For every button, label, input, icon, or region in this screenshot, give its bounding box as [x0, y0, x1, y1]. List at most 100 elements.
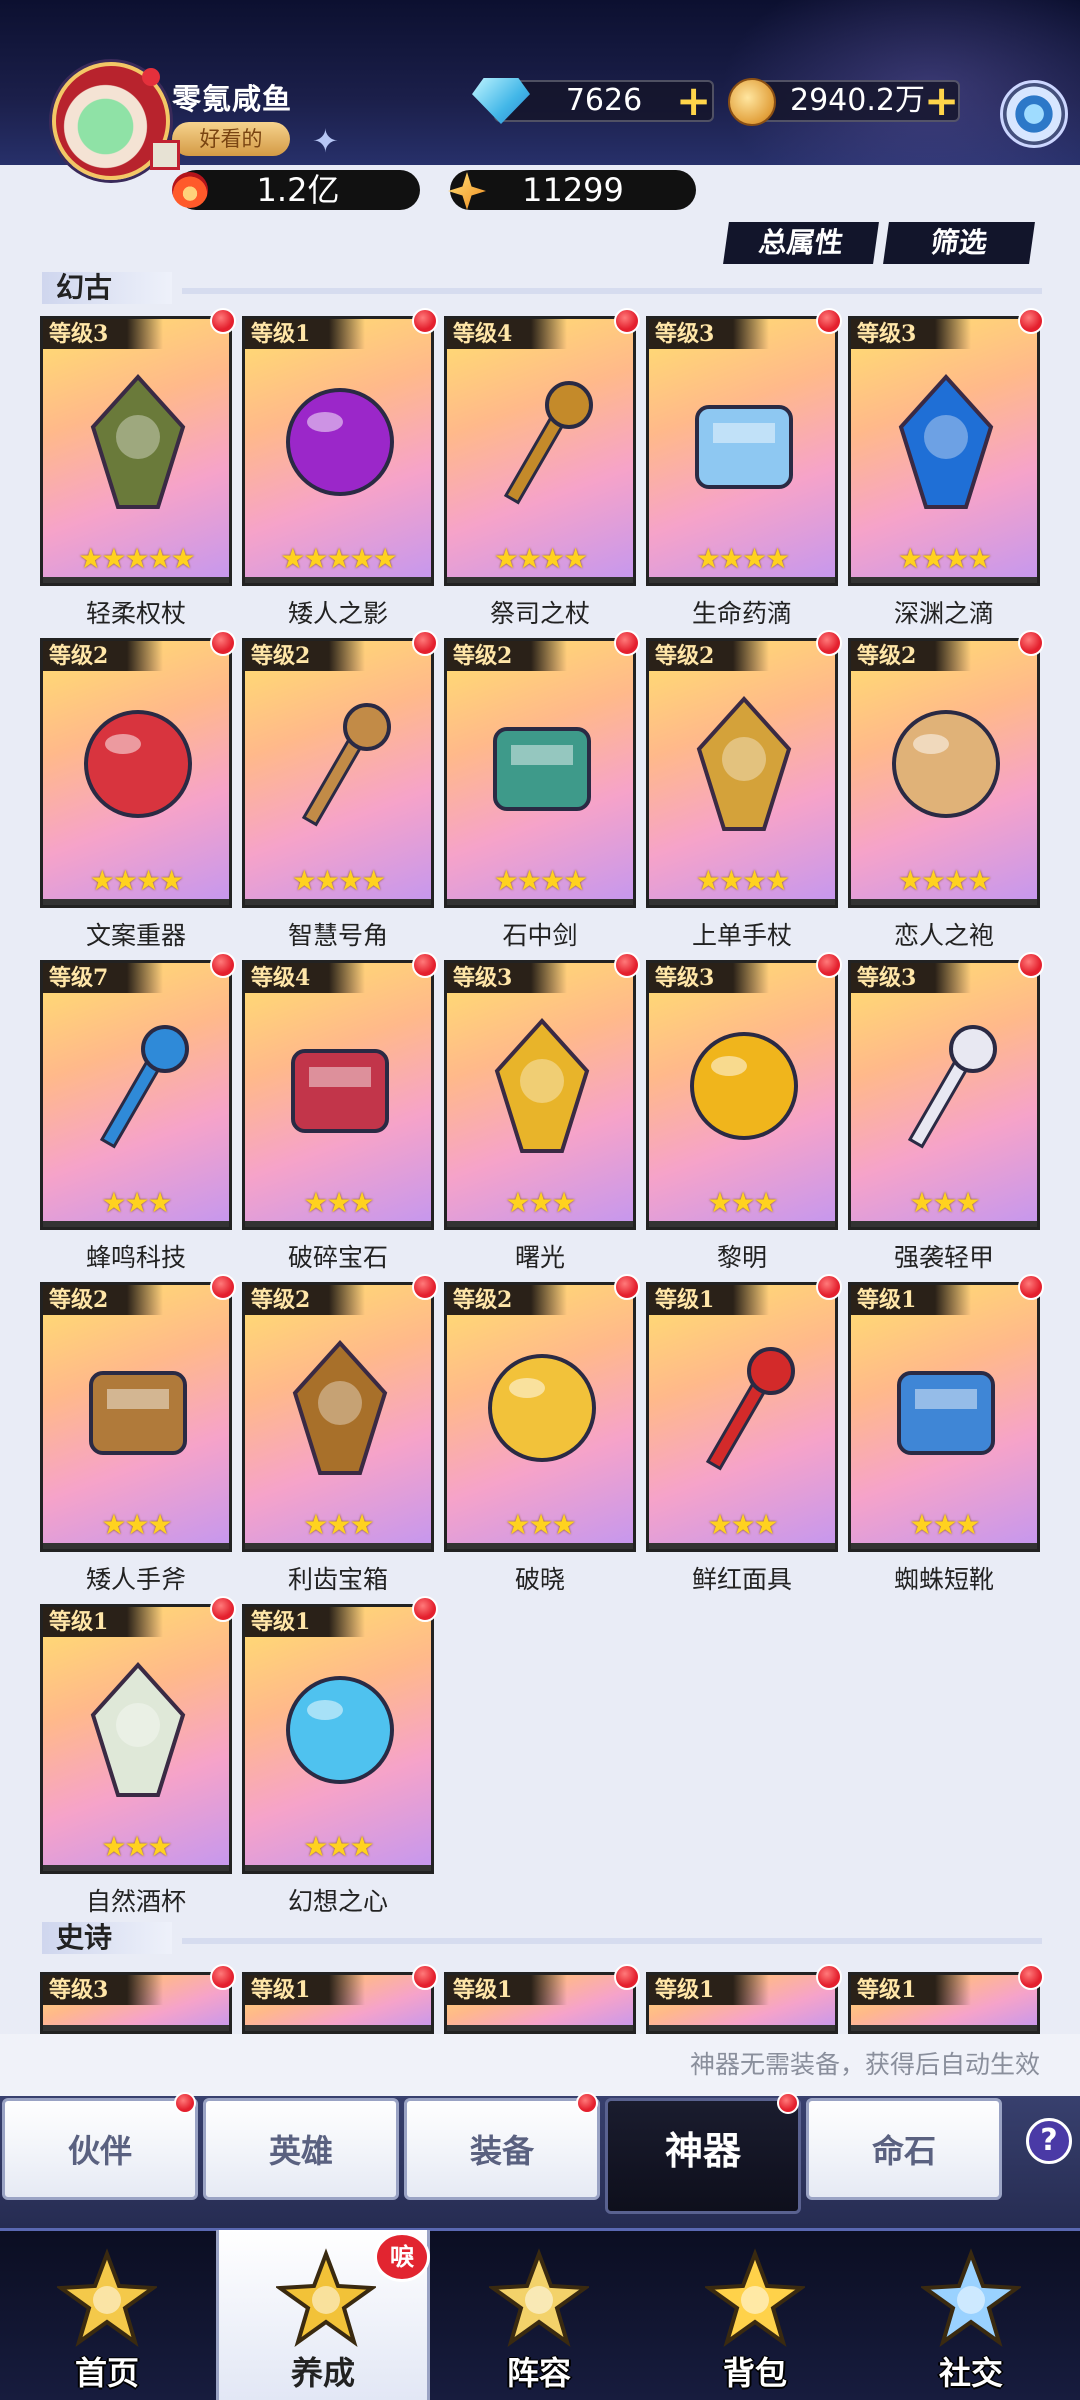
artifact-card[interactable]: 等级2 ★★★★ — [444, 638, 636, 908]
artifact-icon — [679, 1333, 809, 1483]
gift-icon — [150, 140, 180, 170]
notification-dot — [816, 952, 842, 978]
notification-dot — [412, 1274, 438, 1300]
player-title-badge: 好看的 — [172, 122, 290, 156]
flame-icon — [172, 172, 208, 208]
add-gems-button[interactable]: + — [676, 80, 711, 122]
settings-gear-icon[interactable] — [1000, 80, 1068, 148]
player-avatar[interactable] — [52, 62, 180, 180]
artifact-icon — [881, 1011, 1011, 1161]
artifact-card[interactable]: 等级2 ★★★★ — [242, 638, 434, 908]
artifact-card[interactable]: 等级2 ★★★ — [444, 1282, 636, 1552]
artifact-card[interactable]: 等级2 ★★★ — [40, 1282, 232, 1552]
artifact-card[interactable]: 等级1 — [848, 1972, 1040, 2034]
notification-dot — [412, 630, 438, 656]
section-divider — [182, 288, 1042, 294]
artifact-card[interactable]: 等级3 ★★★ — [848, 960, 1040, 1230]
add-gold-button[interactable]: + — [924, 80, 959, 122]
nav-item[interactable]: 背包 — [648, 2230, 862, 2400]
notification-dot — [1018, 1964, 1044, 1990]
artifact-card[interactable]: 等级3 ★★★ — [646, 960, 838, 1230]
artifact-card[interactable]: 等级2 ★★★★ — [40, 638, 232, 908]
star-value: 11299 — [522, 171, 624, 209]
filter-button[interactable]: 筛选 — [883, 222, 1035, 264]
star-rating: ★★★ — [707, 1186, 778, 1219]
artifact-card[interactable]: 等级2 ★★★★ — [646, 638, 838, 908]
artifact-level: 等级1 — [245, 1975, 365, 2005]
sub-tab[interactable]: 命石 — [806, 2098, 1002, 2200]
notification-dot — [614, 1964, 640, 1990]
section-divider — [182, 1938, 1042, 1944]
artifact-level: 等级1 — [43, 1607, 163, 1637]
artifact-card[interactable]: 等级3 ★★★★ — [646, 316, 838, 586]
artifact-level: 等级2 — [447, 1285, 567, 1315]
artifact-card[interactable]: 等级1 ★★★ — [646, 1282, 838, 1552]
artifact-card[interactable]: 等级3 ★★★★★ — [40, 316, 232, 586]
artifact-name: 智慧号角 — [287, 921, 388, 950]
artifact-card[interactable]: 等级1 — [444, 1972, 636, 2034]
notification-dot — [816, 630, 842, 656]
total-attributes-button[interactable]: 总属性 — [723, 222, 879, 264]
artifact-level: 等级2 — [245, 1285, 365, 1315]
artifact-card[interactable]: 等级3 ★★★ — [444, 960, 636, 1230]
notification-dot — [777, 2092, 799, 2114]
artifact-icon — [73, 367, 203, 517]
star-rating: ★★★ — [909, 1508, 980, 1541]
notification-dot — [816, 1964, 842, 1990]
notification-dot — [1018, 1274, 1044, 1300]
section-header-legendary: 幻古 — [42, 272, 1042, 304]
sub-tab[interactable]: 装备 — [404, 2098, 600, 2200]
nav-item[interactable]: 社交 — [864, 2230, 1078, 2400]
artifact-notice: 神器无需装备，获得后自动生效 — [0, 2034, 1080, 2096]
section-title: 史诗 — [42, 1922, 172, 1954]
artifact-card[interactable]: 等级2 ★★★ — [242, 1282, 434, 1552]
sub-tab[interactable]: 神器 — [605, 2098, 801, 2214]
artifact-icon — [679, 367, 809, 517]
artifact-card[interactable]: 等级1 — [242, 1972, 434, 2034]
artifact-icon — [275, 1333, 405, 1483]
artifact-card[interactable]: 等级4 ★★★★ — [444, 316, 636, 586]
artifact-icon — [679, 689, 809, 839]
artifact-level: 等级2 — [649, 641, 769, 671]
notification-dot — [412, 1596, 438, 1622]
nav-item[interactable]: 首页 — [0, 2230, 214, 2400]
notification-dot — [816, 1274, 842, 1300]
sub-tab[interactable]: 英雄 — [203, 2098, 399, 2200]
artifact-icon — [275, 367, 405, 517]
artifact-icon — [477, 1333, 607, 1483]
notification-dot — [210, 630, 236, 656]
notification-dot — [1018, 952, 1044, 978]
notification-dot — [210, 1274, 236, 1300]
artifact-level: 等级3 — [43, 1975, 163, 2005]
star-rating: ★★★ — [303, 1186, 374, 1219]
artifact-name: 生命药滴 — [691, 599, 792, 628]
artifact-card[interactable]: 等级1 ★★★★★ — [242, 316, 434, 586]
artifact-card[interactable]: 等级1 — [646, 1972, 838, 2034]
star-rating: ★★★★ — [89, 864, 184, 897]
artifact-card[interactable]: 等级2 ★★★★ — [848, 638, 1040, 908]
artifact-card[interactable]: 等级1 ★★★ — [242, 1604, 434, 1874]
artifact-card[interactable]: 等级7 ★★★ — [40, 960, 232, 1230]
sub-tab[interactable]: 伙伴 — [2, 2098, 198, 2200]
artifact-card[interactable]: 等级4 ★★★ — [242, 960, 434, 1230]
artifact-card[interactable]: 等级3 — [40, 1972, 232, 2034]
nav-item[interactable]: 阵容 — [432, 2230, 646, 2400]
nav-icon — [919, 2248, 1023, 2348]
help-icon[interactable]: ? — [1026, 2118, 1072, 2164]
artifact-name: 蜘蛛短靴 — [893, 1565, 994, 1594]
star-stat: 11299 — [450, 170, 696, 210]
artifact-name: 文案重器 — [85, 921, 186, 950]
star-rating: ★★★ — [909, 1186, 980, 1219]
artifact-card[interactable]: 等级3 ★★★★ — [848, 316, 1040, 586]
nav-label: 养成 — [290, 2354, 355, 2392]
star-rating: ★★★★ — [493, 542, 588, 575]
artifact-name: 利齿宝箱 — [287, 1565, 388, 1594]
artifact-card[interactable]: 等级1 ★★★ — [40, 1604, 232, 1874]
artifact-card[interactable]: 等级1 ★★★ — [848, 1282, 1040, 1552]
notification-dot — [614, 952, 640, 978]
artifact-level: 等级7 — [43, 963, 163, 993]
artifact-name: 石中剑 — [502, 921, 578, 950]
artifact-level: 等级3 — [649, 319, 769, 349]
artifact-icon — [881, 1333, 1011, 1483]
star-rating: ★★★ — [101, 1508, 172, 1541]
